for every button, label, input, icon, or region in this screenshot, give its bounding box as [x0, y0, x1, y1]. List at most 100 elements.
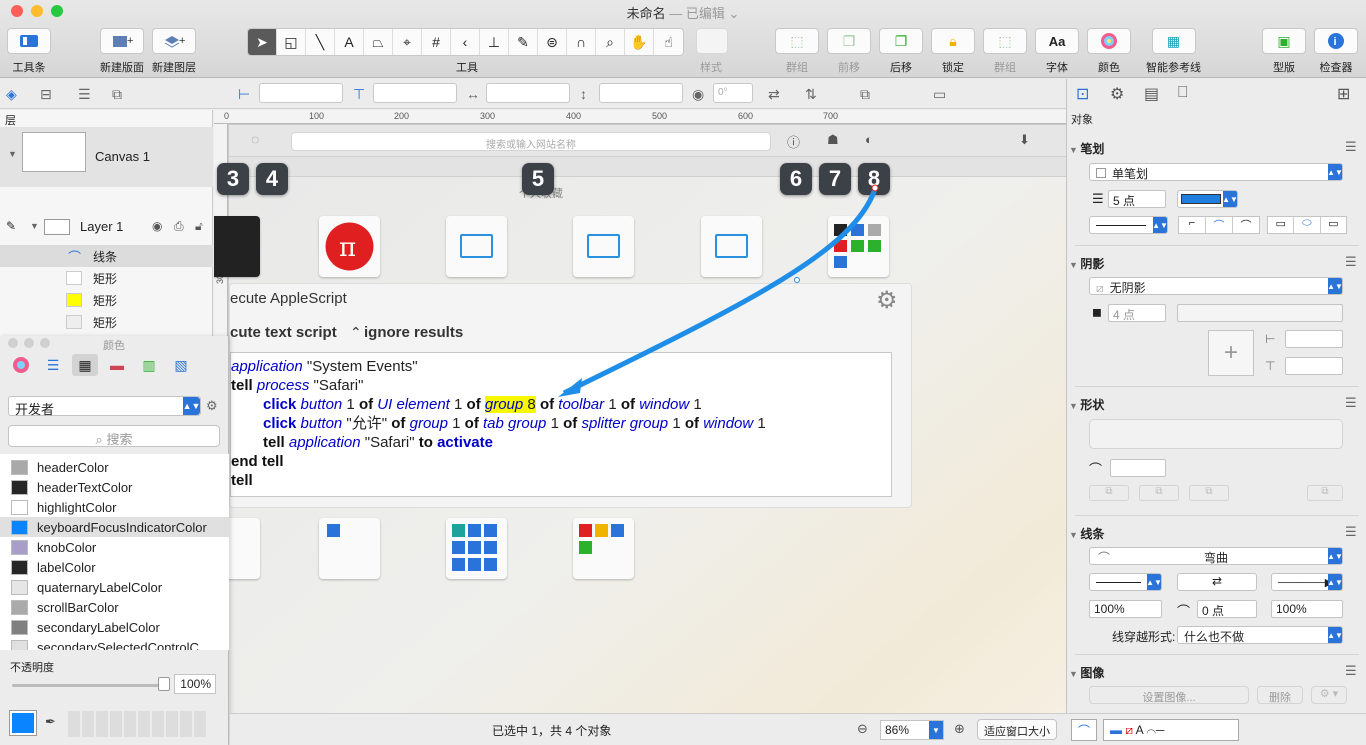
canvas-tab-icon[interactable]: ▤	[1144, 84, 1159, 104]
crayons-icon[interactable]: ▥	[136, 354, 162, 376]
image-section-title[interactable]: 图像	[1080, 664, 1104, 681]
shadow-size-field[interactable]: 4 点	[1108, 304, 1166, 322]
document-tab-icon[interactable]: ⎕	[1178, 84, 1188, 102]
color-list-item[interactable]: scrollBarColor	[0, 597, 229, 617]
shadow-x-field[interactable]	[1285, 330, 1343, 348]
stencils-button[interactable]: ▣ 型版	[1262, 28, 1306, 75]
style-brush-icon[interactable]: ✎	[509, 29, 538, 55]
zoom-select[interactable]: 86% ▼	[880, 720, 944, 740]
corner-radius-field[interactable]	[1110, 459, 1166, 477]
line-section-title[interactable]: 线条	[1080, 525, 1104, 542]
extra-button-icon[interactable]: ▭	[933, 86, 946, 103]
start-arrow-select[interactable]: ▲▼	[1089, 573, 1162, 591]
round-corner-icon[interactable]: ⌒	[1206, 217, 1233, 233]
color-wheel-icon[interactable]	[8, 354, 34, 376]
line-tool-icon[interactable]: ╲	[306, 29, 335, 55]
layer-row[interactable]: ✎ ▼ Layer 1 ◉ ⎙ 🔓︎	[0, 215, 213, 239]
stroke-width-field[interactable]: 5 点	[1108, 190, 1166, 208]
color-list[interactable]: headerColor headerTextColor highlightColor…	[0, 454, 229, 650]
set-image-button[interactable]: 设置图像...	[1089, 686, 1249, 704]
pen-tool-icon[interactable]: ⌖	[393, 29, 422, 55]
stroke-section-title[interactable]: 笔划	[1080, 140, 1104, 157]
zoom-tool-icon[interactable]: ⌕	[596, 29, 625, 55]
layers-tab-icon[interactable]: ◈	[6, 86, 17, 103]
object-row-rect-1[interactable]: 矩形	[0, 267, 213, 289]
swatch-grid[interactable]	[68, 711, 208, 737]
width-field[interactable]	[486, 83, 570, 103]
object-row-rect-3[interactable]: 矩形	[0, 311, 213, 333]
gear-icon[interactable]: ⚙	[206, 398, 218, 414]
new-layer-button[interactable]: + 新建图层	[152, 28, 196, 75]
color-list-item[interactable]: quaternaryLabelColor	[0, 577, 229, 597]
image-options-gear-icon[interactable]: ⚙ ▾	[1311, 686, 1347, 704]
square-corner-icon[interactable]: ⌐	[1179, 217, 1206, 233]
cap-style-segmented[interactable]: ▭ ⬭ ▭	[1267, 216, 1347, 234]
dash-pattern-select[interactable]: ▲▼	[1089, 216, 1168, 234]
lock-layer-icon[interactable]: 🔓︎	[195, 219, 203, 234]
opacity-field[interactable]: 100%	[174, 674, 216, 694]
color-list-item[interactable]: secondarySelectedControlC...	[0, 637, 229, 650]
visibility-eye-icon[interactable]: ◉	[152, 219, 162, 233]
style-tray-items[interactable]: ▬ ⧄ A ⌒─	[1103, 719, 1239, 741]
line-style-preview-icon[interactable]: ⌒	[1071, 719, 1097, 741]
butt-cap-icon[interactable]: ▭	[1268, 217, 1295, 233]
current-color-well[interactable]	[10, 711, 36, 735]
outline-tab-icon[interactable]: ☰	[78, 86, 91, 103]
line-corner-field[interactable]: 0 点	[1197, 600, 1257, 618]
properties-tab-icon[interactable]: ⚙	[1110, 84, 1124, 104]
menu-icon[interactable]: ☰	[1345, 254, 1357, 270]
shape-tool-icon[interactable]: ◱	[277, 29, 306, 55]
zoom-in-icon[interactable]: ⊕	[954, 721, 965, 737]
style-button[interactable]	[696, 28, 728, 54]
color-list-item[interactable]: keyboardFocusIndicatorColor	[0, 517, 229, 537]
bring-forward-button[interactable]: ❐ 前移	[827, 28, 871, 75]
selection-tool-icon[interactable]: ➤	[248, 29, 277, 55]
text-tool-icon[interactable]: A	[335, 29, 364, 55]
color-list-item[interactable]: labelColor	[0, 557, 229, 577]
extra-palette-icon[interactable]: ▧	[168, 354, 194, 376]
color-list-item[interactable]: knobColor	[0, 537, 229, 557]
more-shape-icon[interactable]: ⧉	[1307, 485, 1343, 501]
x-position-field[interactable]	[259, 83, 343, 103]
shadow-offset-pad[interactable]: +	[1208, 330, 1254, 376]
swap-arrows-button[interactable]: ⇄	[1177, 573, 1257, 591]
colors-button[interactable]: 颜色	[1087, 28, 1131, 75]
canvas-area[interactable]: 0 100 200 300 400 500 600 700 300 ◌ 搜索或输…	[214, 110, 1066, 713]
image-palettes-icon[interactable]: ▬	[104, 354, 130, 376]
pages-tab-icon[interactable]: ⧉	[112, 86, 122, 103]
grid-view-icon[interactable]: ⊞	[1337, 84, 1350, 104]
canvas-tab-icon[interactable]: ⊟	[40, 86, 52, 103]
opacity-slider-knob[interactable]	[158, 677, 170, 691]
delete-image-button[interactable]: 删除	[1257, 686, 1303, 704]
diagram-tool-icon[interactable]: ⏢	[364, 29, 393, 55]
rotation-field[interactable]: 0°	[713, 83, 753, 103]
edit-layer-icon[interactable]: ✎	[6, 219, 16, 233]
magnet-tool-icon[interactable]: ∩	[567, 29, 596, 55]
corner-style-segmented[interactable]: ⌐ ⌒ ⌒	[1178, 216, 1260, 234]
shadow-color-well[interactable]	[1177, 304, 1343, 322]
flip-horizontal-icon[interactable]: ⇄	[768, 86, 780, 103]
menu-icon[interactable]: ☰	[1345, 395, 1357, 411]
end-arrow-select[interactable]: ──────▶ ▲▼	[1271, 573, 1343, 591]
line-crossing-select[interactable]: 什么也不做 ▲▼	[1177, 626, 1343, 644]
ungroup-button[interactable]: ⬚ 群组	[983, 28, 1027, 75]
toolbar-toggle-button[interactable]: 工具条	[7, 28, 51, 75]
new-canvas-button[interactable]: + 新建版面	[100, 28, 144, 75]
color-list-item[interactable]: headerTextColor	[0, 477, 229, 497]
hand-tool-icon[interactable]: ✋	[625, 29, 654, 55]
shape-picker[interactable]	[1089, 419, 1343, 449]
shape-section-title[interactable]: 形状	[1080, 396, 1104, 413]
color-list-item[interactable]: highlightColor	[0, 497, 229, 517]
collapse-tools-icon[interactable]: ‹	[451, 29, 480, 55]
inspector-button[interactable]: i 检查器	[1314, 28, 1358, 75]
print-icon[interactable]: ⎙	[174, 219, 184, 234]
line-type-select[interactable]: ⌒ 弯曲 ▲▼	[1089, 547, 1343, 565]
object-row-line[interactable]: ⌒ 线条	[0, 245, 213, 267]
arrange-icon[interactable]: ⧉	[860, 86, 870, 103]
stroke-type-select[interactable]: 单笔划 ▲▼	[1089, 163, 1343, 181]
disclosure-icon[interactable]: ▼	[8, 149, 17, 159]
browse-tool-icon[interactable]: ☝	[654, 29, 683, 55]
y-position-field[interactable]	[373, 83, 457, 103]
shadow-type-select[interactable]: ⧄ 无阴影 ▲▼	[1089, 277, 1343, 295]
fonts-button[interactable]: Aa 字体	[1035, 28, 1079, 75]
